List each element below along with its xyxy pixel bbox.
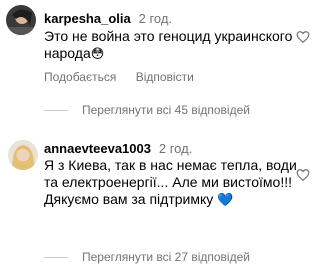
avatar[interactable] [6, 5, 36, 35]
comment-text-line: Дякуємо вам за підтримку 💙 [44, 191, 233, 208]
timestamp: 2 год. [138, 11, 173, 26]
comment-header: annaevteeva1003 2 год. [44, 140, 192, 157]
comment-text-line: Я з Киева, так в нас немає тепла, води [44, 157, 297, 173]
divider-line [44, 109, 68, 111]
username[interactable]: annaevteeva1003 [44, 141, 151, 156]
heart-outline-icon[interactable] [296, 168, 310, 182]
comment-text-line: та електроенергії... Але ми вистоїмо!!! [44, 174, 293, 190]
like-button[interactable]: Подобається [44, 70, 116, 84]
view-replies-label: Переглянути всі 27 відповідей [82, 250, 250, 264]
divider-line [44, 256, 68, 258]
timestamp: 2 год. [158, 141, 193, 156]
comment-text-line: народа😳 [44, 45, 104, 62]
avatar[interactable] [8, 140, 38, 170]
heart-outline-icon[interactable] [296, 30, 310, 44]
view-replies-button[interactable]: Переглянути всі 27 відповідей [44, 250, 250, 264]
comment-text-line: Это не война это геноцид украинского [44, 28, 293, 44]
view-replies-label: Переглянути всі 45 відповідей [82, 103, 250, 117]
comment-actions: Подобається Відповісти [44, 70, 210, 84]
comment-header: karpesha_olia 2 год. [44, 10, 172, 27]
comment-text: народа [44, 45, 91, 61]
username[interactable]: karpesha_olia [44, 11, 131, 26]
comment-text: Дякуємо вам за підтримку [44, 191, 214, 207]
blue-heart-emoji: 💙 [217, 192, 234, 207]
flushed-face-emoji: 😳 [90, 46, 105, 61]
reply-button[interactable]: Відповісти [136, 70, 194, 84]
view-replies-button[interactable]: Переглянути всі 45 відповідей [44, 103, 250, 117]
